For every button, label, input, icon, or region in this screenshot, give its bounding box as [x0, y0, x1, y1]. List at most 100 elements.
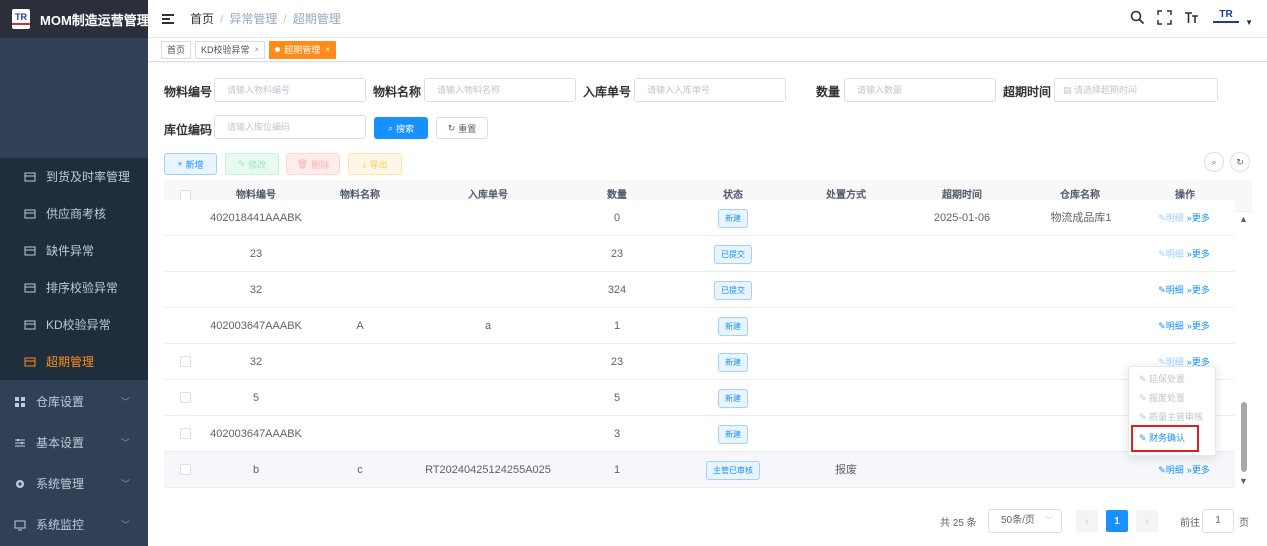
menu-item-quality-review[interactable]: ✎ 质量主管审核 — [1129, 408, 1217, 426]
menu-item-scrap[interactable]: ✎ 报废处置 — [1129, 389, 1217, 407]
goto-page-input[interactable]: 1 — [1202, 509, 1234, 533]
logo-text: TR — [15, 12, 27, 22]
sidebar-item-label: 超期管理 — [46, 355, 95, 369]
material-no-input[interactable]: 请输入物料编号 — [214, 78, 366, 102]
inbound-no-input[interactable]: 请输入入库单号 — [634, 78, 786, 102]
cell-warehouse: 物流成品库1 — [1050, 212, 1112, 224]
export-button[interactable]: ⤓ 导出 — [348, 153, 402, 175]
detail-link[interactable]: ✎明细 — [1158, 321, 1184, 331]
sidebar-group-monitor[interactable]: 系统监控 ﹀ — [0, 506, 148, 543]
close-icon[interactable]: × — [255, 45, 260, 54]
refresh-button[interactable]: ↻ — [1230, 152, 1250, 172]
close-icon[interactable]: × — [325, 45, 330, 54]
sidebar-item-missing-parts[interactable]: 缺件异常 — [0, 232, 148, 269]
detail-label: 明细 — [1165, 465, 1184, 475]
breadcrumb-exception[interactable]: 异常管理 — [229, 12, 277, 26]
row-checkbox[interactable] — [180, 464, 191, 475]
tag-label: 超期管理 — [284, 45, 321, 55]
more-link[interactable]: »更多 — [1187, 321, 1210, 331]
add-button[interactable]: + 新增 — [164, 153, 217, 175]
breadcrumb-home[interactable]: 首页 — [190, 12, 214, 26]
sidebar-group-system[interactable]: 系统管理 ﹀ — [0, 465, 148, 502]
cell-actions: ✎明细 »更多 — [1154, 272, 1214, 308]
overdue-time-picker[interactable]: ▤ 请选择超期时间 — [1054, 78, 1218, 102]
table-row[interactable]: 32 324 已提交 ✎明细 »更多 — [164, 272, 1235, 308]
location-input[interactable]: 请输入库位编码 — [214, 115, 366, 139]
reset-button[interactable]: ↻ 重置 — [436, 117, 488, 139]
scroll-up-icon[interactable]: ▲ — [1239, 214, 1248, 224]
more-link[interactable]: »更多 — [1187, 213, 1210, 223]
sidebar-item-supplier-assessment[interactable]: 供应商考核 — [0, 195, 148, 232]
sidebar-item-kd-check[interactable]: KD校验异常 — [0, 306, 148, 343]
search-button[interactable]: ⌕ 搜索 — [374, 117, 428, 139]
tag-kd-check[interactable]: KD校验异常 × — [195, 40, 266, 59]
table-row[interactable]: 402003647AAABK A a 1 新建 ✎明细 »更多 — [164, 308, 1235, 344]
table-row[interactable]: 5 5 新建 — [164, 380, 1235, 416]
row-checkbox[interactable] — [180, 428, 191, 439]
quantity-input[interactable]: 请输入数量 — [844, 78, 996, 102]
page-number-current[interactable]: 1 — [1106, 510, 1128, 532]
toggle-search-button[interactable]: ⌕ — [1204, 152, 1224, 172]
font-size-icon[interactable] — [1184, 10, 1199, 25]
cell-actions: ✎明细 »更多 — [1154, 308, 1214, 344]
menu-item-label: 报废处置 — [1149, 393, 1186, 403]
table-row[interactable]: b c RT20240425124255A025 1 主管已审核 报废 ✎明细 … — [164, 452, 1235, 488]
cell-status: 新建 — [683, 344, 783, 380]
page-size-select[interactable]: 50条/页 ﹀ — [988, 509, 1062, 533]
refresh-icon: ↻ — [1236, 156, 1244, 167]
fullscreen-icon[interactable] — [1157, 10, 1172, 25]
detail-link[interactable]: ✎明细 — [1158, 213, 1184, 223]
table-row[interactable]: 23 23 已提交 ✎明细 »更多 — [164, 236, 1235, 272]
detail-link[interactable]: ✎明细 — [1158, 465, 1184, 475]
hamburger-icon[interactable] — [162, 13, 174, 24]
overdue-time-label: 超期时间 — [1003, 85, 1052, 99]
status-badge: 新建 — [718, 424, 748, 444]
status-badge: 已提交 — [714, 280, 752, 300]
material-name-input[interactable]: 请输入物料名称 — [424, 78, 576, 102]
tags-view: 首页 KD校验异常 × 超期管理 × — [148, 38, 1267, 62]
cell-actions: ✎明细 »更多 — [1154, 236, 1214, 272]
edit-icon: ✎ — [1139, 374, 1150, 384]
sidebar-item-overdue[interactable]: 超期管理 — [0, 343, 148, 380]
cell-actions: ✎明细 »更多 — [1154, 200, 1214, 236]
location-label: 库位编码 — [164, 123, 213, 137]
table-row[interactable]: 402018441AAABK 0 新建 2025-01-06 物流成品库1 ✎明… — [164, 200, 1235, 236]
status-badge: 新建 — [718, 316, 748, 336]
caret-down-icon[interactable]: ▼ — [1245, 18, 1253, 27]
next-page-button[interactable]: › — [1136, 510, 1158, 532]
sidebar-group-basic[interactable]: 基本设置 ﹀ — [0, 424, 148, 461]
more-link[interactable]: »更多 — [1187, 465, 1210, 475]
more-label: 更多 — [1191, 465, 1210, 475]
tag-overdue[interactable]: 超期管理 × — [269, 40, 336, 59]
cell-overdue: 2025-01-06 — [933, 212, 991, 224]
prev-page-button[interactable]: ‹ — [1076, 510, 1098, 532]
more-link[interactable]: »更多 — [1187, 285, 1210, 295]
detail-link[interactable]: ✎明细 — [1158, 285, 1184, 295]
cell-status: 新建 — [683, 380, 783, 416]
cell-inbound-no: a — [484, 320, 492, 332]
edit-button[interactable]: ✎ 修改 — [225, 153, 279, 175]
active-dot-icon — [275, 47, 281, 52]
status-badge: 新建 — [718, 388, 748, 408]
sidebar-item-sequence-check[interactable]: 排序校验异常 — [0, 269, 148, 306]
row-checkbox[interactable] — [180, 392, 191, 403]
table-scrollbar[interactable] — [1241, 402, 1247, 472]
sidebar-item-arrival-rate[interactable]: 到货及时率管理 — [0, 158, 148, 195]
delete-button[interactable]: 🗑 删除 — [286, 153, 340, 175]
row-checkbox[interactable] — [180, 356, 191, 367]
sidebar-group-warehouse[interactable]: 仓库设置 ﹀ — [0, 383, 148, 420]
table-row[interactable]: 402003647AAABK 3 新建 — [164, 416, 1235, 452]
detail-link[interactable]: ✎明细 — [1158, 249, 1184, 259]
search-icon: ⌕ — [1211, 156, 1217, 167]
more-label: 更多 — [1191, 249, 1210, 259]
search-icon[interactable] — [1130, 10, 1145, 25]
material-no-label: 物料编号 — [164, 85, 213, 99]
menu-item-label: 延保处置 — [1149, 374, 1186, 384]
tag-home[interactable]: 首页 — [161, 40, 192, 59]
scroll-down-icon[interactable]: ▼ — [1239, 476, 1248, 486]
user-avatar[interactable]: TR — [1211, 9, 1241, 27]
navbar: 首页 / 异常管理 / 超期管理 TR ▼ — [148, 0, 1267, 38]
more-link[interactable]: »更多 — [1187, 249, 1210, 259]
table-row[interactable]: 32 23 新建 ✎明细 »更多 — [164, 344, 1235, 380]
menu-item-warranty[interactable]: ✎ 延保处置 — [1129, 370, 1217, 388]
